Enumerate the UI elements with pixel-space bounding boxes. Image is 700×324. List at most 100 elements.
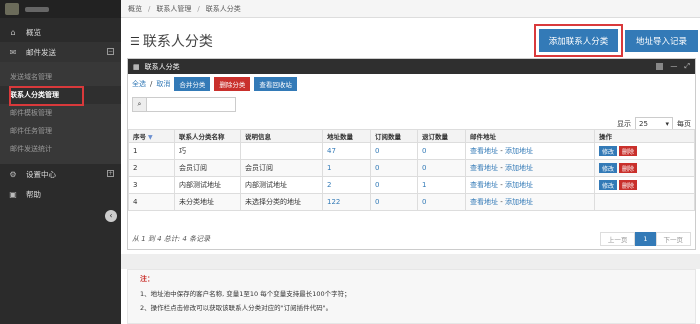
breadcrumb-item: 联系人分类 (205, 4, 241, 13)
sidebar-item-mail-send[interactable]: ✉ 邮件发送 − (0, 42, 121, 62)
cell-desc: 内部测试地址 (240, 176, 323, 194)
sidebar-item-overview[interactable]: ⌂ 概览 (0, 22, 121, 42)
sort-icon[interactable]: ▼ (148, 134, 153, 141)
search-box: ⌕ (132, 96, 236, 112)
panel-title: 联系人分类 (144, 62, 180, 71)
next-page-button[interactable]: 下一页 (655, 232, 691, 246)
edit-button[interactable]: 修改 (599, 180, 618, 190)
delete-button[interactable]: 删除 (619, 146, 638, 156)
edit-button[interactable]: 修改 (599, 146, 618, 156)
sidebar-item-label: 设置中心 (26, 169, 56, 179)
table-header[interactable]: 联系人分类名称 (174, 129, 241, 143)
delete-button[interactable]: 删除 (619, 163, 638, 173)
panel-header: ▦ 联系人分类 — ⤢ (128, 59, 695, 74)
expand-toggle-icon[interactable]: + (107, 170, 114, 177)
cell-unsub-count[interactable]: 0 (417, 193, 466, 211)
cell-sub-count[interactable]: 0 (370, 193, 418, 211)
cell-name: 内部测试地址 (174, 176, 241, 194)
cell-unsub-count[interactable]: 0 (417, 142, 466, 160)
home-icon: ⌂ (10, 27, 16, 37)
view-address-link[interactable]: 查看地址 (470, 181, 498, 189)
cell-addr-count[interactable]: 122 (322, 193, 371, 211)
table-icon: ▦ (133, 62, 140, 71)
record-summary: 从 1 到 4 总计: 4 条记录 (132, 235, 211, 243)
panel-tools: — ⤢ (656, 63, 690, 70)
cell-addr-count[interactable]: 2 (322, 176, 371, 194)
cell-no: 4 (128, 193, 175, 211)
cell-sub-count[interactable]: 0 (370, 159, 418, 177)
cell-address-links: 查看地址 - 添加地址 (465, 159, 595, 177)
page-size-value: 25 (639, 120, 648, 128)
view-address-link[interactable]: 查看地址 (470, 164, 498, 172)
page-size-label: 显示 (617, 120, 631, 128)
cell-actions: 修改 删除 (594, 176, 695, 194)
section-divider (121, 254, 700, 269)
cell-addr-count[interactable]: 47 (322, 142, 371, 160)
cell-name: 会员订阅 (174, 159, 241, 177)
table-row: 3 内部测试地址 内部测试地址 2 0 1 查看地址 - 添加地址 修改 删除 (128, 176, 695, 194)
table-header[interactable]: 地址数量 (322, 129, 371, 143)
merge-category-button[interactable]: 合并分类 (174, 77, 211, 91)
table-header: 邮件地址 (465, 129, 595, 143)
table-header[interactable]: 说明信息 (240, 129, 323, 143)
sidebar-collapse-icon[interactable]: ‹ (105, 210, 117, 222)
cell-no: 1 (128, 142, 175, 160)
category-table: 序号 ▼ 联系人分类名称 说明信息 地址数量 订阅数量 退订数量 邮件地址 操作 … (128, 129, 695, 211)
add-address-link[interactable]: 添加地址 (505, 198, 533, 206)
page-size-suffix: 每页 (677, 120, 691, 128)
sidebar-item-label: 帮助 (26, 189, 41, 199)
sidebar-subitem-template[interactable]: 邮件模板管理 (0, 104, 121, 122)
table-header[interactable]: 退订数量 (417, 129, 466, 143)
notes-line: 1、地址池中保存的客户名称, 变量1至10 每个变量支持最长100个字符； (140, 290, 351, 298)
view-address-link[interactable]: 查看地址 (470, 198, 498, 206)
view-address-link[interactable]: 查看地址 (470, 147, 498, 155)
maximize-icon[interactable]: ⤢ (684, 63, 690, 70)
brand (0, 0, 121, 18)
search-input[interactable] (147, 97, 235, 111)
main-content: ☰ 联系人分类 添加联系人分类 地址导入记录 ▦ 联系人分类 — ⤢ 全选 / … (121, 18, 700, 324)
edit-button[interactable]: 修改 (599, 163, 618, 173)
gear-icon: ⚙ (9, 169, 17, 179)
cell-unsub-count[interactable]: 0 (417, 159, 466, 177)
add-address-link[interactable]: 添加地址 (505, 164, 533, 172)
prev-page-button[interactable]: 上一页 (599, 232, 636, 246)
cell-addr-count[interactable]: 1 (322, 159, 371, 177)
cell-no: 3 (128, 176, 175, 194)
sidebar-submenu: 发送域名管理 联系人分类管理 邮件模板管理 邮件任务管理 邮件发送统计 (0, 62, 121, 164)
delete-button[interactable]: 删除 (619, 180, 638, 190)
sidebar-item-settings[interactable]: ⚙ 设置中心 + (0, 164, 121, 184)
delete-category-button[interactable]: 删除分类 (214, 77, 251, 91)
collapse-toggle-icon[interactable]: − (107, 48, 114, 55)
import-records-button[interactable]: 地址导入记录 (625, 30, 698, 52)
minimize-icon[interactable]: — (670, 63, 677, 70)
notes-panel: 注： 1、地址池中保存的客户名称, 变量1至10 每个变量支持最长100个字符；… (127, 269, 696, 324)
cancel-link[interactable]: 取消 (156, 79, 170, 89)
cell-sub-count[interactable]: 0 (370, 176, 418, 194)
add-address-link[interactable]: 添加地址 (505, 181, 533, 189)
page-number-button[interactable]: 1 (635, 232, 656, 246)
page-title: ☰ 联系人分类 (130, 31, 213, 51)
table-footer: 从 1 到 4 总计: 4 条记录 上一页 1 下一页 (128, 229, 695, 249)
sidebar-subitem-domain[interactable]: 发送域名管理 (0, 68, 121, 86)
breadcrumb-separator: / (197, 4, 200, 13)
table-header[interactable]: 序号 ▼ (128, 129, 175, 143)
highlight-box (9, 86, 84, 106)
cell-unsub-count[interactable]: 1 (417, 176, 466, 194)
add-category-button[interactable]: 添加联系人分类 (539, 29, 618, 52)
sidebar-subitem-stats[interactable]: 邮件发送统计 (0, 140, 121, 158)
breadcrumb-separator: / (148, 4, 151, 13)
breadcrumb-item[interactable]: 概览 (128, 4, 142, 14)
sidebar-item-help[interactable]: ▣ 帮助 (0, 184, 121, 204)
table-header[interactable]: 订阅数量 (370, 129, 418, 143)
search-icon: ⌕ (133, 97, 147, 111)
cell-actions (594, 193, 695, 211)
table-header-row: 序号 ▼ 联系人分类名称 说明信息 地址数量 订阅数量 退订数量 邮件地址 操作 (128, 129, 695, 143)
breadcrumb-item[interactable]: 联系人管理 (156, 4, 191, 14)
cell-sub-count[interactable]: 0 (370, 142, 418, 160)
recycle-bin-button[interactable]: 查看回收站 (254, 77, 297, 91)
add-address-link[interactable]: 添加地址 (505, 147, 533, 155)
select-all-link[interactable]: 全选 (132, 79, 146, 89)
sidebar-subitem-task[interactable]: 邮件任务管理 (0, 122, 121, 140)
pagination: 上一页 1 下一页 (599, 232, 691, 246)
panel-settings-icon[interactable] (656, 63, 664, 70)
